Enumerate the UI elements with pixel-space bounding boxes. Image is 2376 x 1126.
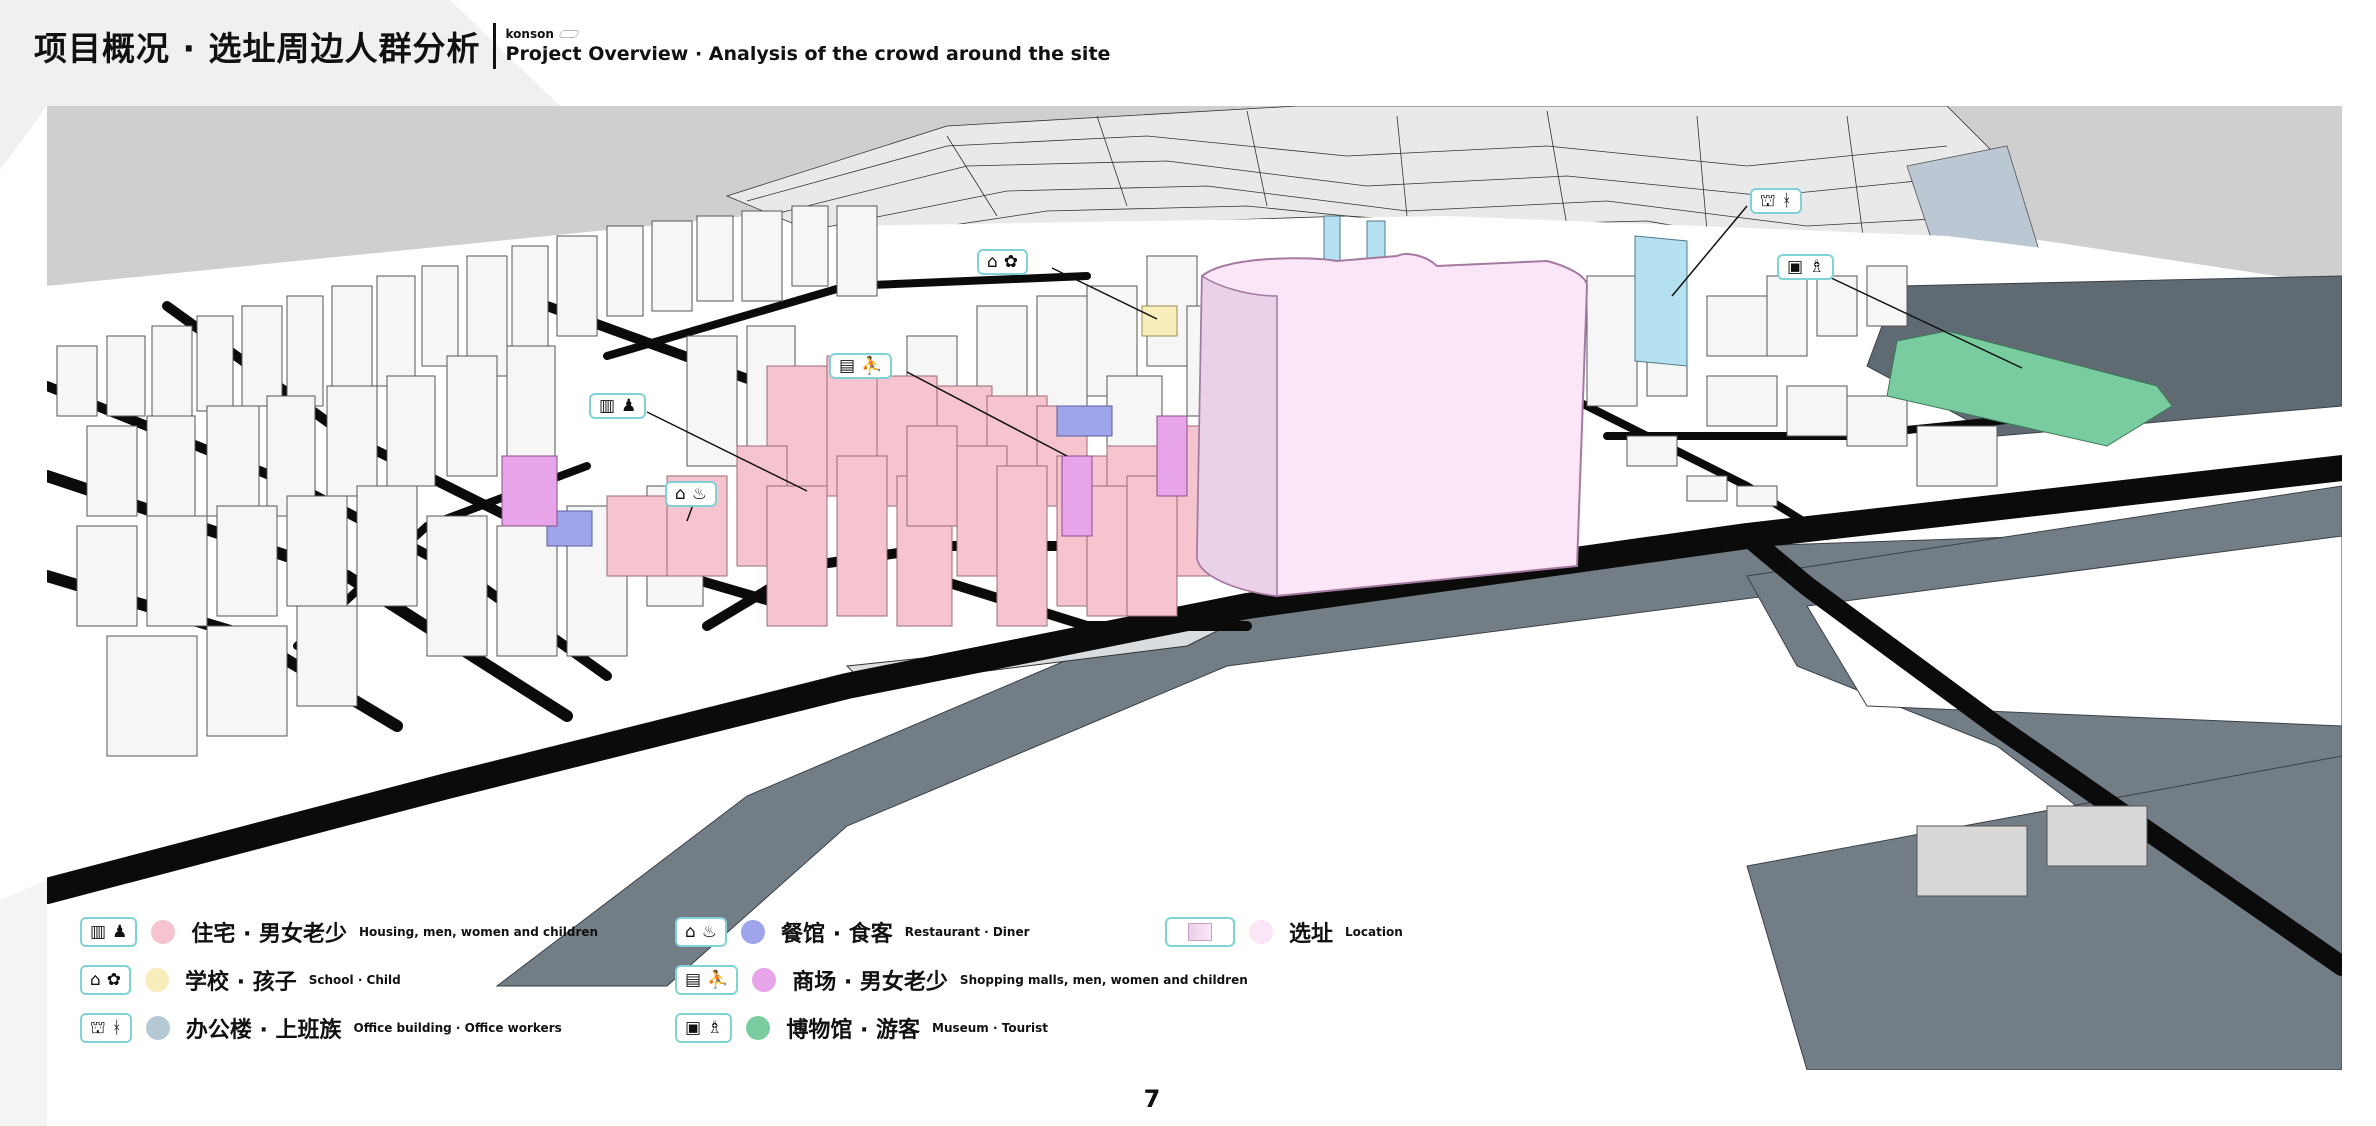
school-building <box>1141 305 1178 337</box>
legend-label-zh: 博物馆 · 游客 <box>786 1018 920 1043</box>
legend-icon-box: ▣ ♗ <box>675 1013 733 1043</box>
brand-name: konson <box>505 27 554 41</box>
diner-icon: ♨ <box>701 921 718 942</box>
color-swatch <box>145 1016 170 1040</box>
legend-item-museum: ▣ ♗ 博物馆 · 游客 Museum · Tourist <box>675 1012 1048 1044</box>
location-swatch-icon <box>1188 923 1212 941</box>
family-icon: ♟ <box>112 921 128 942</box>
legend-label-zh: 商场 · 男女老少 <box>792 970 948 995</box>
callout-housing: ▥ ♟ <box>589 393 647 419</box>
restaurant-icon: ⌂ <box>675 483 686 504</box>
legend-item-mall: ▤ ⛹ 商场 · 男女老少 Shopping malls, men, women … <box>675 964 1248 996</box>
legend-label-en: Location <box>1345 925 1403 939</box>
museum-icon: ▣ <box>1787 256 1804 277</box>
worker-icon: ᚼ <box>111 1017 122 1038</box>
color-swatch <box>752 968 777 992</box>
legend-label-zh: 办公楼 · 上班族 <box>185 1018 342 1043</box>
family-icon: ♟ <box>621 395 637 416</box>
legend-item-location: 选址 Location <box>1165 916 1403 948</box>
legend-icon-box: ⛫ ᚼ <box>80 1013 132 1043</box>
legend-icon-box: ▤ ⛹ <box>675 965 739 995</box>
callout-office: ⛫ ᚼ <box>1750 188 1802 214</box>
school-icon: ⌂ <box>90 969 101 990</box>
legend-icon-box: ▥ ♟ <box>80 917 138 947</box>
legend-item-restaurant: ⌂ ♨ 餐馆 · 食客 Restaurant · Diner <box>675 916 1030 948</box>
legend-label-en: Museum · Tourist <box>932 1021 1049 1035</box>
legend-label-zh: 选址 <box>1289 922 1334 947</box>
school-icon: ⌂ <box>987 251 998 272</box>
mall-icon: ▤ <box>839 355 856 376</box>
site-3d-model: ▥ ♟ ⌂ ♨ ▤ ⛹ ⌂ ✿ ⛫ ᚼ ▣ ♗ ▥ ♟ 住宅 · 男女老少 Housing, … <box>47 106 2342 1070</box>
legend-label-zh: 餐馆 · 食客 <box>781 922 893 947</box>
tourist-icon: ♗ <box>707 1017 723 1038</box>
diner-icon: ♨ <box>691 483 708 504</box>
legend-label-en: Housing, men, women and children <box>359 925 599 939</box>
office-icon: ⛫ <box>1760 190 1776 211</box>
child-icon: ✿ <box>106 969 122 990</box>
legend-label-en: Restaurant · Diner <box>904 925 1030 939</box>
worker-icon: ᚼ <box>1781 190 1792 211</box>
shopper-icon: ⛹ <box>707 969 729 990</box>
page-title: 项目概况 · 选址周边人群分析 <box>34 29 481 68</box>
legend-item-office: ⛫ ᚼ 办公楼 · 上班族 Office building · Office wo… <box>80 1012 562 1044</box>
legend-item-housing: ▥ ♟ 住宅 · 男女老少 Housing, men, women and chi… <box>80 916 598 948</box>
legend-label-en: School · Child <box>308 973 401 987</box>
legend-label-zh: 学校 · 孩子 <box>185 970 297 995</box>
child-icon: ✿ <box>1003 251 1019 272</box>
legend-label-en: Office building · Office workers <box>353 1021 562 1035</box>
page-number: 7 <box>1143 1085 1161 1113</box>
color-swatch <box>741 920 766 944</box>
museum-icon: ▣ <box>685 1017 702 1038</box>
brand-logo: konson <box>506 27 1111 41</box>
callout-restaurant: ⌂ ♨ <box>665 481 718 507</box>
callout-museum: ▣ ♗ <box>1777 254 1835 280</box>
legend-label-en: Shopping malls, men, women and children <box>959 973 1248 987</box>
callout-mall: ▤ ⛹ <box>829 353 893 379</box>
brand-mark-icon <box>558 30 580 38</box>
office-icon: ⛫ <box>90 1017 106 1038</box>
color-swatch <box>1249 920 1273 944</box>
header-subtitle-block: konson Project Overview · Analysis of th… <box>506 27 1111 65</box>
color-swatch <box>746 1016 771 1040</box>
legend-icon-box <box>1165 917 1235 947</box>
legend-icon-box: ⌂ ✿ <box>80 965 132 995</box>
legend-label-zh: 住宅 · 男女老少 <box>191 922 347 947</box>
mall-icon: ▤ <box>685 969 702 990</box>
building-icon: ▥ <box>599 395 616 416</box>
color-swatch <box>151 920 176 944</box>
callout-school: ⌂ ✿ <box>977 249 1029 275</box>
legend-item-school: ⌂ ✿ 学校 · 孩子 School · Child <box>80 964 401 996</box>
color-swatch <box>145 968 170 992</box>
tourist-icon: ♗ <box>1809 256 1825 277</box>
title-divider <box>492 23 496 69</box>
page-header: 项目概况 · 选址周边人群分析 konson Project Overview … <box>34 18 1110 74</box>
building-icon: ▥ <box>90 921 107 942</box>
site-building <box>1195 253 1589 598</box>
shopper-icon: ⛹ <box>861 355 883 376</box>
page-subtitle: Project Overview · Analysis of the crowd… <box>505 43 1111 65</box>
legend-icon-box: ⌂ ♨ <box>675 917 728 947</box>
restaurant-icon: ⌂ <box>685 921 696 942</box>
